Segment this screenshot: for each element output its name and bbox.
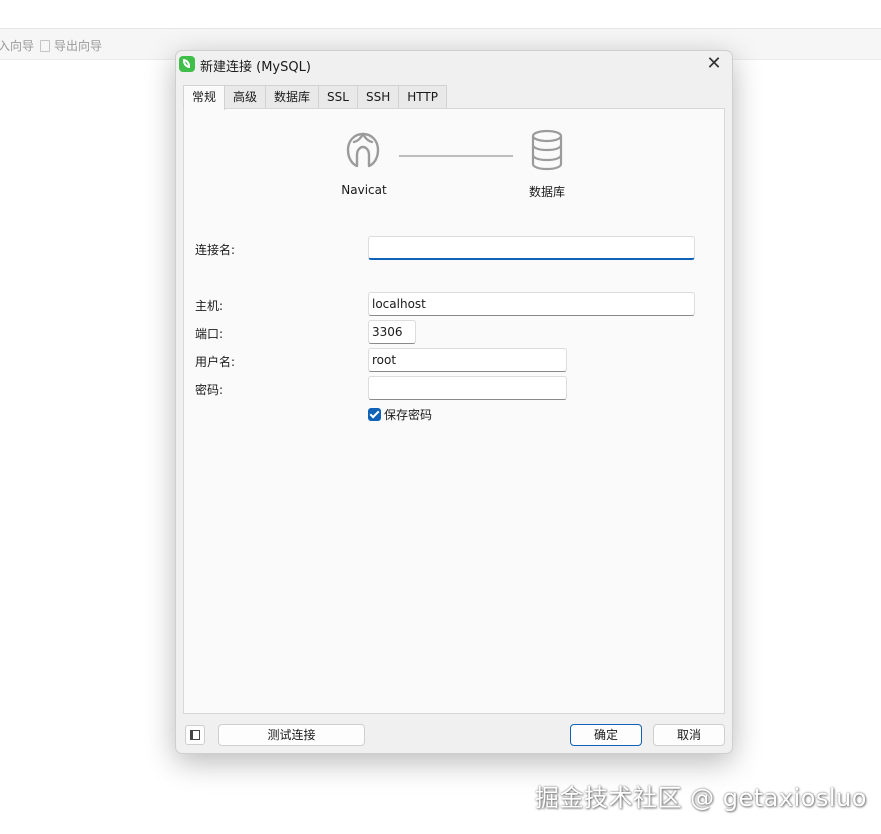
password-input[interactable] [368, 376, 567, 400]
tab-database[interactable]: 数据库 [265, 85, 320, 108]
username-label: 用户名: [195, 355, 236, 369]
cancel-button[interactable]: 取消 [653, 724, 725, 746]
tab-http[interactable]: HTTP [398, 85, 447, 108]
export-wizard-label: 导出向导 [54, 39, 103, 53]
import-wizard-label: 入向导 [0, 39, 35, 53]
ok-button[interactable]: 确定 [570, 724, 642, 746]
background-topbar [0, 0, 881, 29]
dialog-title: 新建连接 (MySQL) [200, 60, 311, 75]
export-icon [40, 39, 50, 52]
tab-advanced[interactable]: 高级 [224, 85, 267, 108]
navicat-app-icon [179, 56, 195, 72]
connection-name-label: 连接名: [195, 243, 236, 257]
new-connection-dialog: 新建连接 (MySQL) ✕ 常规 高级 数据库 SSL SSH HTTP Na… [175, 50, 733, 754]
port-label: 端口: [195, 327, 224, 341]
import-wizard-button[interactable]: 入向导 [0, 37, 34, 54]
username-input[interactable] [368, 348, 567, 372]
connection-name-input[interactable] [368, 236, 695, 260]
export-wizard-button[interactable]: 导出向导 [40, 37, 102, 54]
password-label: 密码: [195, 383, 224, 397]
connection-line [399, 155, 513, 157]
database-icon [531, 129, 563, 171]
tab-ssh[interactable]: SSH [356, 85, 400, 108]
tab-ssl[interactable]: SSL [318, 85, 358, 108]
save-password-label: 保存密码 [384, 408, 433, 422]
checkmark-icon [368, 408, 381, 421]
navicat-label: Navicat [341, 183, 387, 197]
test-connection-button[interactable]: 测试连接 [218, 724, 365, 746]
watermark: 掘金技术社区 @ getaxiosluo [535, 784, 867, 812]
tab-general[interactable]: 常规 [183, 85, 226, 110]
tab-bar: 常规 高级 数据库 SSL SSH HTTP [183, 85, 447, 110]
host-label: 主机: [195, 299, 224, 313]
navicat-logo-icon [346, 132, 380, 168]
port-input[interactable] [368, 320, 416, 344]
save-password-checkbox[interactable]: 保存密码 [368, 406, 432, 423]
sidebar-toggle-icon[interactable] [185, 725, 205, 745]
dialog-titlebar[interactable]: 新建连接 (MySQL) ✕ [176, 51, 732, 79]
database-label: 数据库 [528, 185, 565, 199]
host-input[interactable] [368, 292, 695, 316]
general-tab-panel: Navicat 数据库 连接名: 主机: 端口: 用户名: 密码: 保存密码 [183, 108, 725, 714]
close-button[interactable]: ✕ [704, 54, 724, 74]
